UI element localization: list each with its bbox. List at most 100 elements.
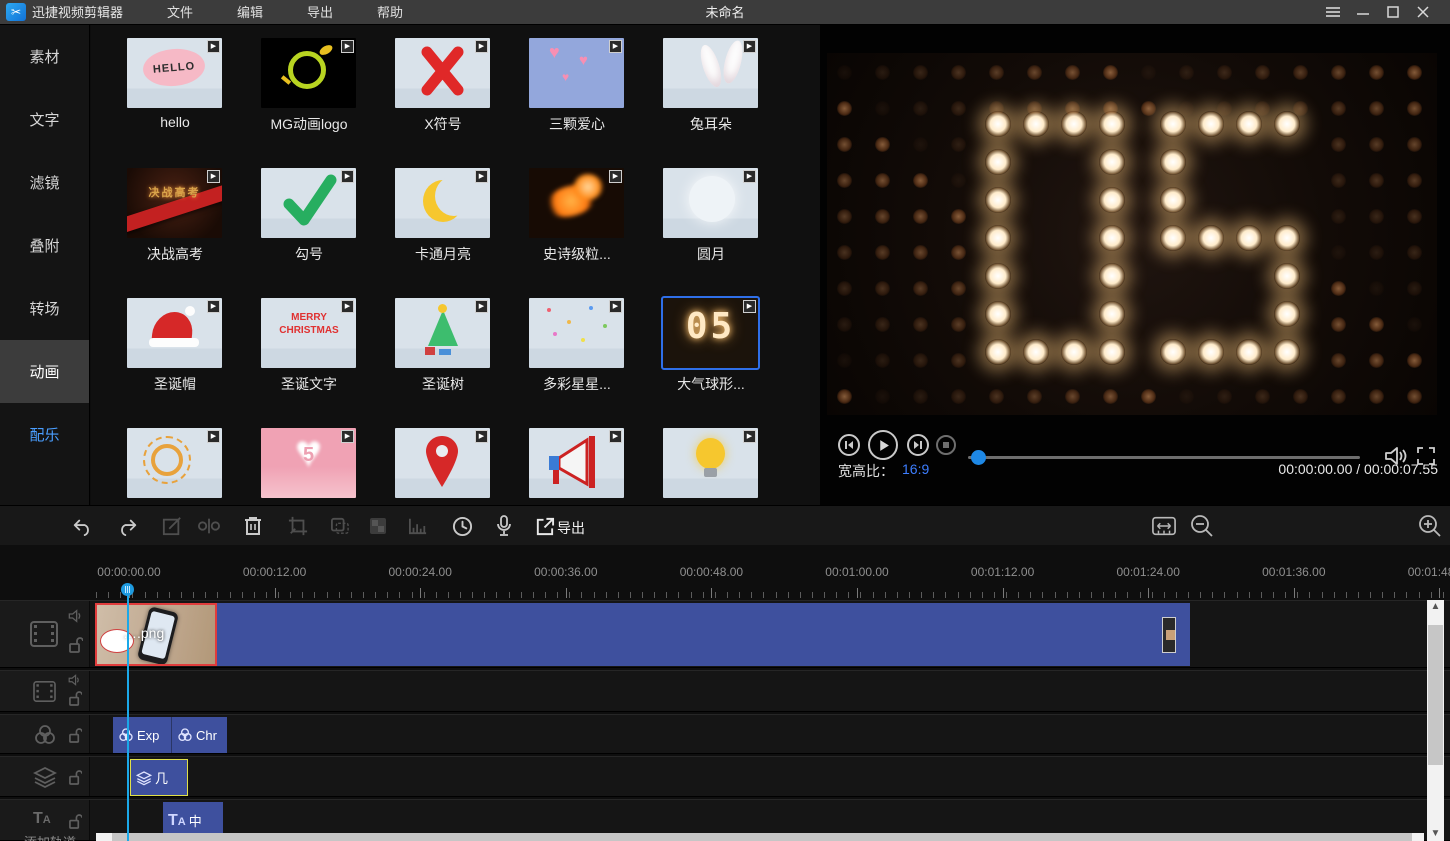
add-track-button[interactable]: 添加轨道 [24,832,76,841]
timeline-vscrollbar[interactable]: ▲ ▼ [1427,600,1444,841]
playhead-handle[interactable] [121,583,134,596]
library-item[interactable]: ▶ 圣诞树 [376,298,510,428]
library-item[interactable]: 决战高考 ▶ 决战高考 [108,168,242,298]
aspect-ratio-value[interactable]: 16:9 [902,461,929,477]
play-badge-icon[interactable]: ▶ [609,40,622,53]
play-badge-icon[interactable]: ▶ [743,430,756,443]
play-badge-icon[interactable]: ▶ [609,170,622,183]
sidebar-item-music[interactable]: 配乐 [0,403,89,466]
library-item[interactable]: ▶ 多彩星星... [510,298,644,428]
library-item[interactable]: ▶ MG动画logo [242,38,376,168]
play-badge-icon[interactable]: ▶ [743,170,756,183]
library-thumb-crescent[interactable]: ▶ [395,168,490,238]
play-badge-icon[interactable]: ▶ [743,40,756,53]
library-thumb-megaphone[interactable]: ▶ [529,428,624,498]
zoom-in-icon[interactable] [1418,514,1442,538]
timeline-vscrollbar-thumb[interactable] [1428,625,1443,765]
library-thumb-gaokao[interactable]: 决战高考 ▶ [127,168,222,238]
overlay-track[interactable]: 几 [0,756,1450,797]
library-thumb-sun[interactable]: ▶ [127,428,222,498]
library-thumb-heart5[interactable]: ♥ 5 ▶ [261,428,356,498]
export-button[interactable]: 导出 [557,518,585,538]
play-badge-icon[interactable]: ▶ [475,300,488,313]
export-icon[interactable] [532,514,556,538]
sidebar-item-filter[interactable]: 滤镜 [0,151,89,214]
library-thumb-hello[interactable]: HELLO ▶ [127,38,222,108]
menu-help[interactable]: 帮助 [360,0,420,25]
library-thumb-x-mark[interactable]: ▶ [395,38,490,108]
library-item[interactable]: ▶ [108,428,242,505]
library-thumb-xmastree[interactable]: ▶ [395,298,490,368]
minimize-button[interactable] [1349,0,1377,25]
edit-clip-button[interactable] [160,514,184,538]
menu-file[interactable]: 文件 [150,0,210,25]
track-lock-icon[interactable] [69,814,83,834]
track-mute-icon[interactable] [68,609,84,628]
library-thumb-pin[interactable]: ▶ [395,428,490,498]
library-thumb-xmastext[interactable]: MERRY CHRISTMAS ▶ [261,298,356,368]
library-item[interactable]: ▶ [376,428,510,505]
library-item[interactable]: HELLO ▶ hello [108,38,242,168]
menu-edit[interactable]: 编辑 [220,0,280,25]
play-badge-icon[interactable]: ▶ [341,300,354,313]
library-item[interactable]: ▶ [510,428,644,505]
sidebar-item-overlay[interactable]: 叠附 [0,214,89,277]
library-thumb-bulbicon[interactable]: ▶ [663,428,758,498]
play-badge-icon[interactable]: ▶ [475,430,488,443]
track-mute-icon[interactable] [68,673,82,691]
play-badge-icon[interactable]: ▶ [475,40,488,53]
library-item[interactable]: ♥ ♥ ♥ ▶ 三颗爱心 [510,38,644,168]
stop-button[interactable] [936,435,956,455]
library-item[interactable]: MERRY CHRISTMAS ▶ 圣诞文字 [242,298,376,428]
track-lock-icon[interactable] [69,637,84,658]
play-badge-icon[interactable]: ▶ [207,430,220,443]
library-thumb-bunny[interactable]: ▶ [663,38,758,108]
play-badge-icon[interactable]: ▶ [207,170,220,183]
library-thumb-mg-logo[interactable]: ▶ [261,38,356,108]
video-track-1[interactable]: ….png [0,600,1450,668]
timeline-hscrollbar[interactable] [96,833,1424,841]
sidebar-item-text[interactable]: 文字 [0,88,89,151]
play-badge-icon[interactable]: ▶ [743,300,756,313]
split-button[interactable] [197,514,221,538]
library-thumb-fire[interactable]: ▶ [529,168,624,238]
video-clip[interactable]: ….png [95,603,1190,666]
library-item[interactable]: ▶ 圣诞帽 [108,298,242,428]
sidebar-item-transition[interactable]: 转场 [0,277,89,340]
library-item[interactable]: ▶ 史诗级粒... [510,168,644,298]
scroll-up-icon[interactable]: ▲ [1427,600,1444,614]
hamburger-menu-icon[interactable] [1319,0,1347,25]
library-thumb-fullmoon[interactable]: ▶ [663,168,758,238]
video-clip-end-handle[interactable] [1162,617,1176,653]
library-item[interactable]: ▶ [644,428,778,505]
record-voice-button[interactable] [492,514,516,538]
timeline-hscrollbar-thumb[interactable] [112,833,1412,841]
library-item[interactable]: ♥ 5 ▶ [242,428,376,505]
close-button[interactable] [1409,0,1437,25]
audio-wave-button[interactable] [406,514,430,538]
library-item[interactable]: ▶ 圆月 [644,168,778,298]
library-item[interactable]: ▶ 勾号 [242,168,376,298]
library-item[interactable]: ▶ 兔耳朵 [644,38,778,168]
play-badge-icon[interactable]: ▶ [207,40,220,53]
play-badge-icon[interactable]: ▶ [207,300,220,313]
mosaic-button[interactable] [366,514,390,538]
menu-export[interactable]: 导出 [290,0,350,25]
library-thumb-check[interactable]: ▶ [261,168,356,238]
fit-timeline-icon[interactable] [1152,514,1176,538]
maximize-button[interactable] [1379,0,1407,25]
undo-button[interactable] [70,514,94,538]
transform-button[interactable] [328,514,352,538]
library-thumb-hearts[interactable]: ♥ ♥ ♥ ▶ [529,38,624,108]
library-thumb-santa[interactable]: ▶ [127,298,222,368]
library-thumb-stars[interactable]: ▶ [529,298,624,368]
library-item[interactable]: ▶ X符号 [376,38,510,168]
track-lock-icon[interactable] [69,770,83,790]
sidebar-item-material[interactable]: 素材 [0,25,89,88]
video-track-2[interactable] [0,670,1450,712]
play-badge-icon[interactable]: ▶ [341,170,354,183]
track-lock-icon[interactable] [69,691,83,711]
track-lock-icon[interactable] [69,728,83,748]
duration-button[interactable] [450,514,474,538]
prev-frame-button[interactable] [838,434,860,456]
